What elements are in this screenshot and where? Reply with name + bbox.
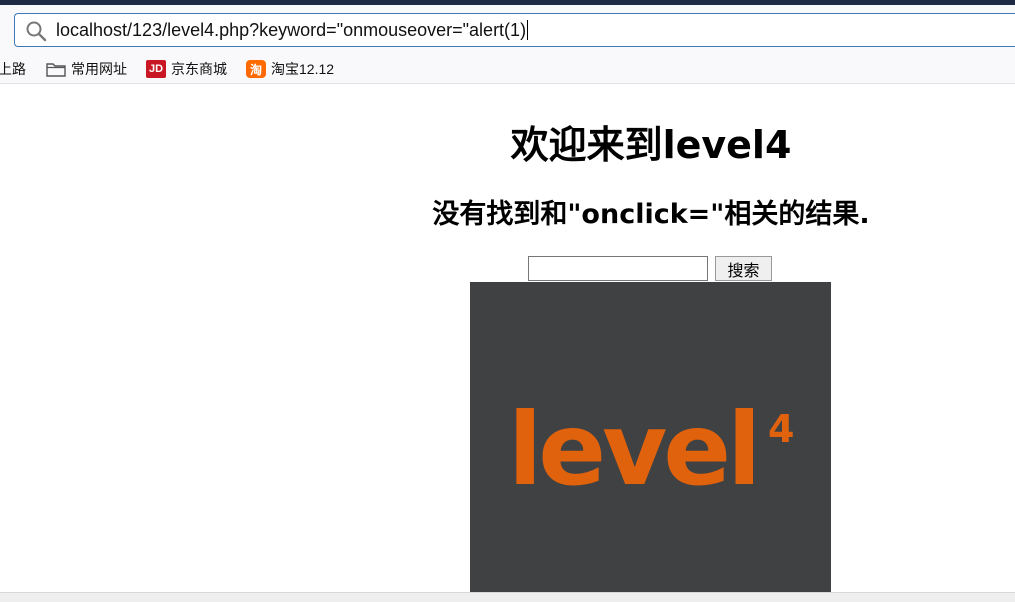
bookmark-common-sites[interactable]: 常用网址 [46, 59, 127, 79]
logo-text: level [508, 391, 757, 508]
bookmark-taobao[interactable]: 淘 淘宝12.12 [246, 59, 334, 79]
browser-toolbar: localhost/123/level4.php?keyword="onmous… [0, 5, 1015, 55]
page-content: 欢迎来到level4 没有找到和"onclick="相关的结果. 搜索 leve… [0, 84, 1015, 594]
folder-icon [46, 60, 66, 78]
logo-superscript: 4 [768, 407, 794, 451]
search-input[interactable] [528, 256, 708, 281]
bookmark-label: 上路 [0, 61, 26, 77]
bookmark-shanglu[interactable]: 上路 [0, 59, 26, 79]
bookmark-label: 京东商城 [171, 61, 227, 77]
bookmark-jd[interactable]: JD 京东商城 [146, 59, 227, 79]
bookmarks-bar: 上路 常用网址 JD 京东商城 淘 淘宝12.12 [0, 55, 1015, 84]
bookmark-label: 常用网址 [71, 61, 127, 77]
level4-logo: level 4 [508, 391, 794, 508]
taobao-icon: 淘 [246, 60, 266, 78]
jd-icon: JD [146, 60, 166, 78]
search-icon [26, 21, 47, 42]
address-bar-url[interactable]: localhost/123/level4.php?keyword="onmous… [56, 20, 529, 40]
level4-image: level 4 [470, 282, 831, 594]
bookmark-label: 淘宝12.12 [271, 61, 335, 77]
search-result-message: 没有找到和"onclick="相关的结果. [432, 199, 870, 230]
address-bar[interactable]: localhost/123/level4.php?keyword="onmous… [14, 13, 1015, 47]
text-caret [527, 20, 529, 40]
search-button[interactable]: 搜索 [715, 256, 772, 281]
page-title: 欢迎来到level4 [510, 123, 792, 167]
